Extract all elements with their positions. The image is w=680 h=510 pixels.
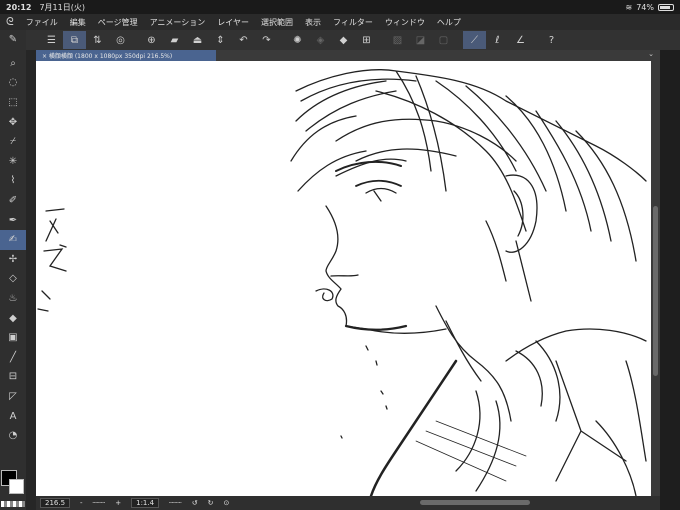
open-folder-icon[interactable]: ▰: [163, 31, 186, 49]
navigator-bar: 216.5 - ┄┄┄ + 1:1.4 ┄┄┄ ↺ ↻ ⊙: [36, 496, 660, 510]
pencil-icon[interactable]: ✐: [0, 191, 26, 211]
undo-icon[interactable]: ↶: [232, 31, 255, 49]
redo-icon[interactable]: ↷: [255, 31, 278, 49]
transparent-color[interactable]: [1, 501, 25, 507]
stabilizer-icon[interactable]: ⟋: [463, 31, 486, 49]
rotate-slider[interactable]: ┄┄┄: [169, 499, 182, 507]
zoom-value[interactable]: 216.5: [40, 498, 71, 508]
menu-layer[interactable]: レイヤー: [217, 17, 249, 28]
ratio-value[interactable]: 1:1.4: [131, 498, 160, 508]
right-panel-edge: [660, 50, 680, 510]
up-down-icon[interactable]: ⇕: [209, 31, 232, 49]
pen-pressure-icon[interactable]: ∠: [509, 31, 532, 49]
menu-bar: ᘓ ファイル 編集 ページ管理 アニメーション レイヤー 選択範囲 表示 フィル…: [0, 14, 680, 30]
menu-animation[interactable]: アニメーション: [150, 17, 206, 28]
ruler-icon[interactable]: ◸: [0, 387, 26, 407]
color-swatches[interactable]: [1, 470, 25, 498]
frame-icon[interactable]: ⊟: [0, 367, 26, 387]
airbrush-icon[interactable]: ✢: [0, 250, 26, 270]
hamburger-menu-icon[interactable]: ☰: [40, 31, 63, 49]
fill-icon[interactable]: ◆: [0, 308, 26, 328]
gradient-icon[interactable]: ▣: [0, 328, 26, 348]
lasso-icon[interactable]: ◌: [0, 73, 26, 93]
crop-icon[interactable]: ⊞: [355, 31, 378, 49]
save-icon[interactable]: ⏏: [186, 31, 209, 49]
status-time: 20:12: [6, 2, 32, 12]
pen-icon[interactable]: ✎: [0, 30, 26, 50]
reset-rotate-icon[interactable]: ⊙: [223, 499, 229, 507]
chevron-down-icon[interactable]: ⌄: [648, 50, 654, 58]
tool-palette: ✎ ⌕ ◌ ⬚ ✥ ⌿ ✳ ⌇ ✐ ✒ ✍ ✢ ◇ ♨ ◆ ▣ ╱ ⊟ ◸ A …: [0, 30, 26, 510]
help-icon[interactable]: ?: [540, 31, 563, 49]
rotate-left-icon[interactable]: ↺: [192, 499, 198, 507]
menu-page[interactable]: ページ管理: [98, 17, 138, 28]
menu-edit[interactable]: 編集: [70, 17, 86, 28]
document-tab-bar: × 横顔横顔 (1800 x 1080px 350dpi 216.5%) ⌄: [36, 50, 660, 61]
sketch-artwork: [37, 69, 647, 496]
zoom-icon[interactable]: ⌕: [0, 54, 26, 74]
swap-icon[interactable]: ⇅: [86, 31, 109, 49]
frame-border-icon[interactable]: ▢: [432, 31, 455, 49]
move-icon[interactable]: ✥: [0, 112, 26, 132]
pen-tool-icon[interactable]: ✒: [0, 210, 26, 230]
zoom-in-button[interactable]: +: [115, 499, 121, 507]
blend-icon[interactable]: ♨: [0, 289, 26, 309]
eraser-icon[interactable]: ◇: [0, 269, 26, 289]
rotate-right-icon[interactable]: ↻: [208, 499, 214, 507]
menu-view[interactable]: 表示: [305, 17, 321, 28]
command-bar: ☰ ⧉ ⇅ ◎ ⊕ ▰ ⏏ ⇕ ↶ ↷ ✺ ◈ ◆ ⊞ ▨ ◪ ▢ ⟋ ℓ ∠ …: [0, 30, 680, 50]
new-file-icon[interactable]: ⊕: [140, 31, 163, 49]
tone-icon[interactable]: ◪: [409, 31, 432, 49]
left-strip: [26, 50, 36, 510]
zoom-slider[interactable]: ┄┄┄: [93, 499, 106, 507]
drawing-canvas[interactable]: [36, 61, 651, 496]
background-color[interactable]: [9, 479, 24, 494]
ios-status-bar: 20:12 7月11日(火) ≋ 74%: [0, 0, 680, 14]
clip-studio-logo-icon[interactable]: ᘓ: [6, 15, 14, 29]
magic-wand-icon[interactable]: ✳: [0, 152, 26, 172]
brush-icon[interactable]: ✍: [0, 229, 26, 250]
loading-icon[interactable]: ✺: [286, 31, 309, 49]
battery-percent: 74%: [636, 2, 654, 12]
battery-icon: [658, 3, 674, 11]
select-layer-icon[interactable]: ⬚: [0, 93, 26, 113]
fill-bucket-icon[interactable]: ◆: [332, 31, 355, 49]
menu-help[interactable]: ヘルプ: [437, 17, 461, 28]
wifi-icon: ≋: [625, 2, 633, 12]
eyedropper-icon[interactable]: ⌿: [0, 132, 26, 152]
menu-selection[interactable]: 選択範囲: [261, 17, 293, 28]
document-tab[interactable]: × 横顔横顔 (1800 x 1080px 350dpi 216.5%): [36, 50, 216, 61]
clip-studio-icon[interactable]: ◎: [109, 31, 132, 49]
vertical-scrollbar[interactable]: [651, 61, 660, 496]
vertical-scroll-thumb[interactable]: [653, 206, 658, 376]
panel-toggle-icon[interactable]: ⧉: [63, 31, 86, 49]
text-icon[interactable]: A: [0, 406, 26, 426]
brush-size-icon[interactable]: ℓ: [486, 31, 509, 49]
clear-icon[interactable]: ▨: [386, 31, 409, 49]
menu-filter[interactable]: フィルター: [333, 17, 373, 28]
menu-file[interactable]: ファイル: [26, 17, 58, 28]
horizontal-scroll-thumb[interactable]: [420, 500, 530, 505]
line-icon[interactable]: ╱: [0, 348, 26, 368]
zoom-out-button[interactable]: -: [80, 499, 83, 507]
balloon-icon[interactable]: ◔: [0, 426, 26, 446]
status-right: ≋ 74%: [626, 3, 674, 12]
dropper-icon[interactable]: ⌇: [0, 171, 26, 191]
transform-icon[interactable]: ◈: [309, 31, 332, 49]
status-date: 7月11日(火): [39, 2, 85, 12]
menu-window[interactable]: ウィンドウ: [385, 17, 425, 28]
